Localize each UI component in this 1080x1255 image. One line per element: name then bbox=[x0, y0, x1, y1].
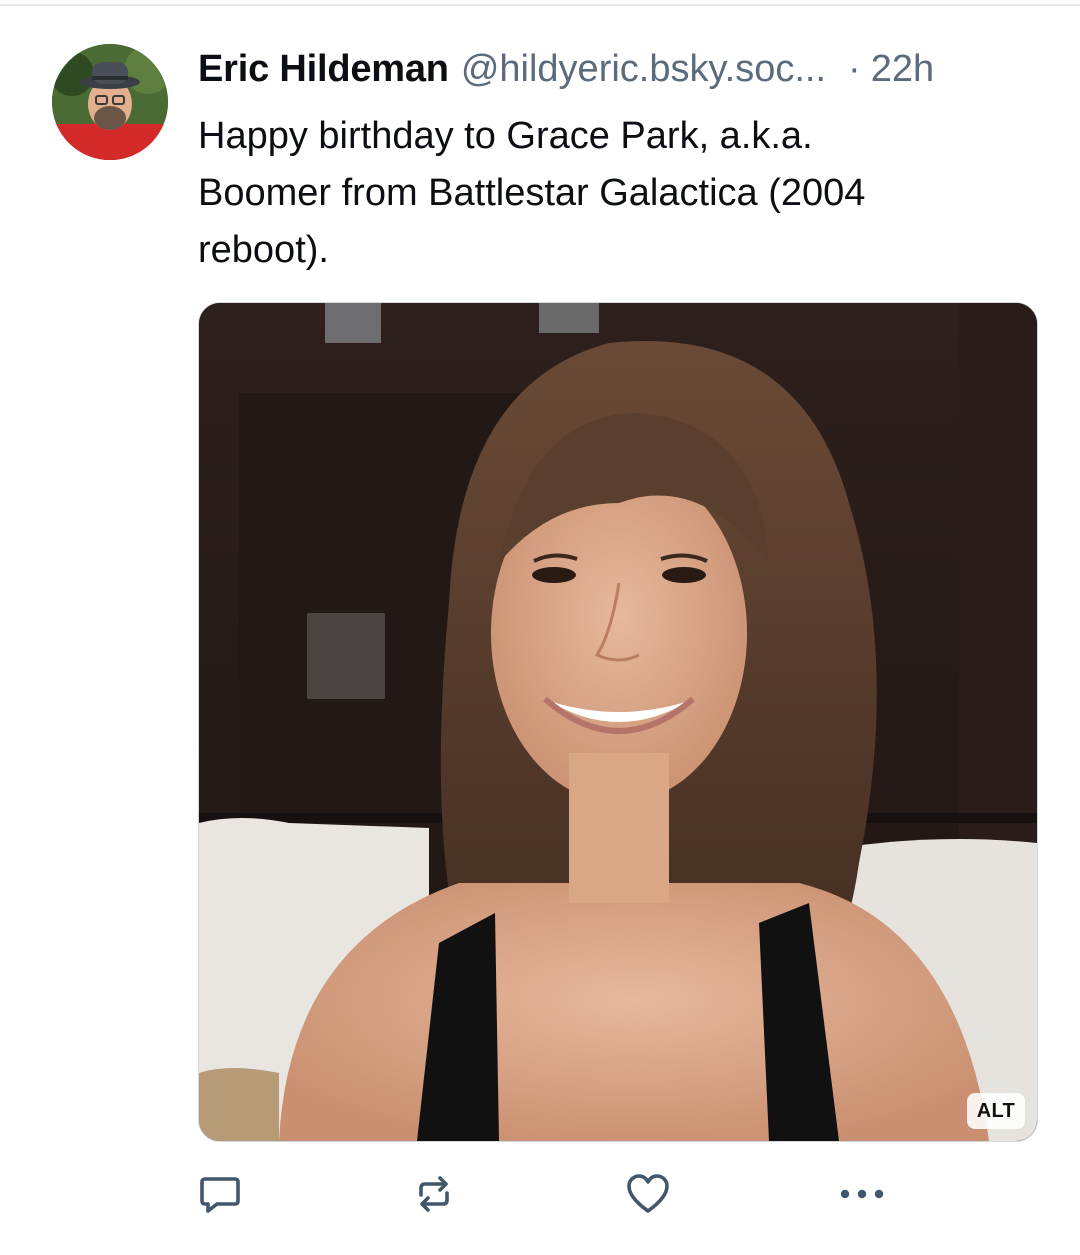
alt-text-badge[interactable]: ALT bbox=[966, 1093, 1025, 1129]
separator-dot: · bbox=[848, 48, 861, 90]
more-options-button[interactable] bbox=[832, 1168, 892, 1224]
author-handle[interactable]: @hildyeric.bsky.soc... bbox=[461, 48, 826, 91]
reply-icon bbox=[197, 1171, 243, 1222]
post-timestamp[interactable]: 22h bbox=[871, 48, 934, 91]
author-avatar[interactable] bbox=[52, 44, 168, 160]
more-options-icon bbox=[837, 1184, 887, 1209]
repost-icon bbox=[411, 1171, 457, 1222]
post-actions-bar bbox=[190, 1168, 1050, 1224]
heart-icon bbox=[624, 1171, 672, 1222]
author-name[interactable]: Eric Hildeman bbox=[198, 48, 449, 91]
post-text: Happy birthday to Grace Park, a.k.a. Boo… bbox=[198, 115, 866, 271]
reply-button[interactable] bbox=[190, 1168, 250, 1224]
top-divider bbox=[0, 4, 1080, 6]
repost-button[interactable] bbox=[404, 1168, 464, 1224]
post-header: Eric Hildeman @hildyeric.bsky.soc... · 2… bbox=[198, 48, 1048, 96]
post-image[interactable]: ALT bbox=[198, 302, 1038, 1142]
like-button[interactable] bbox=[618, 1168, 678, 1224]
